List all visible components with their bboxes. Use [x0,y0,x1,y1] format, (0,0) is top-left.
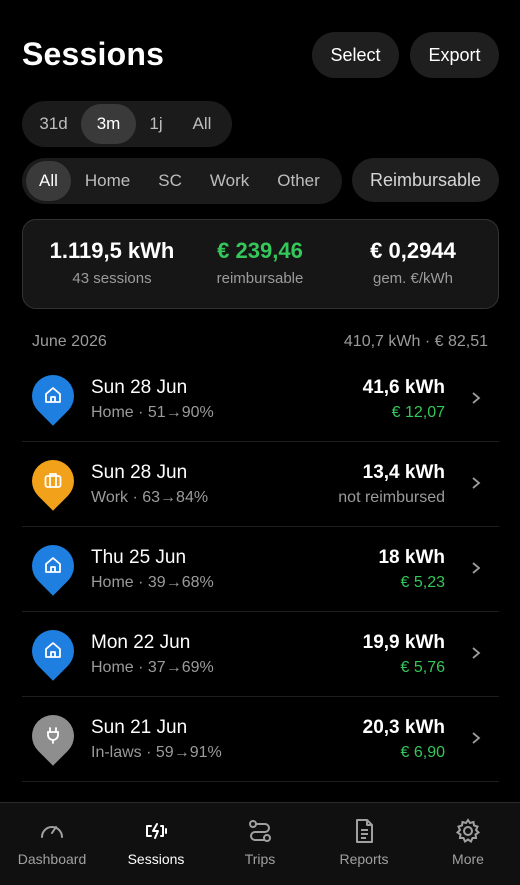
briefcase-icon [23,451,83,511]
session-cost: € 6,90 [400,744,445,761]
session-details: Home · 39→68% [91,574,214,591]
select-button[interactable]: Select [312,32,399,78]
gauge-icon [41,826,63,838]
session-energy: 19,9 kWh [362,632,445,653]
category-option-other[interactable]: Other [263,161,334,201]
range-option-31d[interactable]: 31d [26,104,81,144]
category-option-sc[interactable]: SC [144,161,196,201]
session-details: Work · 63→84% [91,489,209,506]
chevron-right-icon [472,732,481,744]
session-cost: € 5,76 [400,659,445,676]
range-filter: 31d 3m 1j All [22,101,232,147]
page-title: Sessions [22,36,165,72]
session-date: Mon 22 Jun [91,632,191,653]
header: Sessions Select Export [0,0,520,100]
tab-trips[interactable]: Trips [208,817,312,867]
tab-label: Trips [244,851,276,867]
session-row[interactable]: Mon 22 Jun Home · 37→69% 19,9 kWh € 5,76 [22,612,499,697]
category-option-all[interactable]: All [26,161,71,201]
category-filter: All Home SC Work Other [22,158,342,204]
session-energy: 18 kWh [378,547,445,568]
charging-icon [146,823,167,839]
range-option-3m[interactable]: 3m [81,104,136,144]
home-icon [23,366,83,426]
session-count: 43 sessions [72,270,152,287]
chevron-right-icon [472,392,481,404]
export-button[interactable]: Export [410,32,499,78]
chevron-right-icon [472,647,481,659]
range-option-all[interactable]: All [176,104,228,144]
reimbursable-stat: € 239,46 reimbursable [185,238,335,287]
avg-price: € 0,2944 [370,238,456,263]
home-icon [23,536,83,596]
category-option-work[interactable]: Work [196,161,263,201]
reimbursable-filter-button[interactable]: Reimbursable [352,158,499,202]
session-row[interactable]: Sun 28 Jun Work · 63→84% 13,4 kWh not re… [22,442,499,527]
energy-total: 1.119,5 kWh [49,238,175,263]
energy-stat: 1.119,5 kWh 43 sessions [33,238,191,287]
session-row[interactable]: Sun 21 Jun In-laws · 59→91% 20,3 kWh € 6… [22,697,499,782]
chevron-right-icon [472,477,481,489]
session-energy: 41,6 kWh [362,377,445,398]
range-option-1j[interactable]: 1j [136,104,176,144]
tab-label: Dashboard [17,851,87,867]
tab-reports[interactable]: Reports [312,817,416,867]
session-cost: not reimbursed [338,489,445,506]
month-totals: 410,7 kWh · € 82,51 [343,333,488,350]
session-cost: € 12,07 [391,404,445,421]
session-date: Sun 21 Jun [91,717,188,738]
document-icon [356,819,373,843]
session-row[interactable]: Sun 28 Jun Home · 51→90% 41,6 kWh € 12,0… [22,357,499,442]
session-date: Thu 25 Jun [91,547,187,568]
tab-sessions[interactable]: Sessions [104,817,208,867]
session-row[interactable]: Thu 25 Jun Home · 39→68% 18 kWh € 5,23 [22,527,499,612]
home-icon [23,621,83,681]
session-date: Sun 28 Jun [91,377,188,398]
category-option-home[interactable]: Home [71,161,144,201]
session-details: Home · 51→90% [91,404,214,421]
session-details: Home · 37→69% [91,659,214,676]
tab-more[interactable]: More [416,817,520,867]
month-label: June 2026 [32,333,107,350]
tab-label: More [452,851,484,867]
gear-icon [455,818,481,843]
session-list: Sun 28 Jun Home · 51→90% 41,6 kWh € 12,0… [22,357,499,782]
session-energy: 20,3 kWh [362,717,445,738]
reimbursable-label: reimbursable [216,270,304,287]
avg-price-label: gem. €/kWh [372,270,454,287]
plug-icon [23,706,83,766]
tab-label: Reports [339,851,389,867]
session-energy: 13,4 kWh [362,462,445,483]
tab-label: Sessions [127,851,185,867]
session-date: Sun 28 Jun [91,462,188,483]
tab-bar: Dashboard Sessions Trips Reports More [0,802,520,885]
tab-dashboard[interactable]: Dashboard [0,817,104,867]
summary-card: 1.119,5 kWh 43 sessions € 239,46 reimbur… [22,219,499,309]
session-cost: € 5,23 [400,574,445,591]
chevron-right-icon [472,562,481,574]
route-icon [249,820,271,842]
avg-price-stat: € 0,2944 gem. €/kWh [333,238,493,287]
session-details: In-laws · 59→91% [91,744,222,761]
reimbursable-amount: € 239,46 [217,238,303,263]
